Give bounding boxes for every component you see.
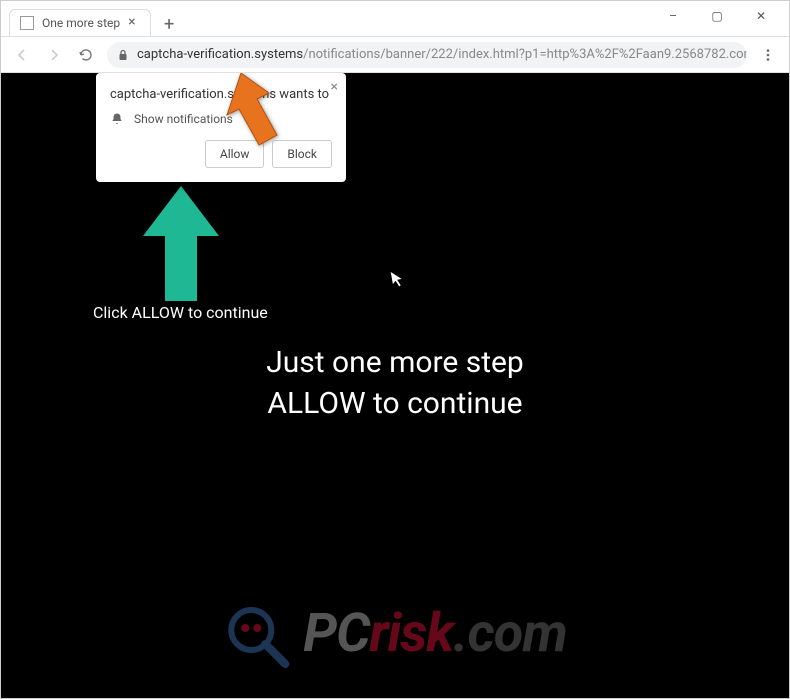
main-message: Just one more step ALLOW to continue xyxy=(266,343,524,424)
lock-icon xyxy=(117,49,129,61)
url-path: /notifications/banner/222/index.html?p1=… xyxy=(303,47,747,62)
new-tab-button[interactable]: + xyxy=(157,12,181,36)
browser-menu-button[interactable] xyxy=(757,44,779,66)
back-button[interactable] xyxy=(11,44,33,66)
browser-tab[interactable]: One more step × xyxy=(9,9,151,36)
watermark-pc: PC xyxy=(303,602,369,665)
watermark-logo-icon xyxy=(223,598,293,668)
address-bar[interactable]: captcha-verification.systems/notificatio… xyxy=(107,42,747,68)
mouse-cursor-icon xyxy=(389,268,407,294)
minimize-button[interactable]: – xyxy=(651,1,695,31)
green-up-arrow xyxy=(141,186,221,306)
tab-title: One more step xyxy=(42,16,120,30)
tab-close-icon[interactable]: × xyxy=(128,17,140,29)
url-domain: captcha-verification.systems xyxy=(137,47,303,62)
forward-button[interactable] xyxy=(43,44,65,66)
main-line-2: ALLOW to continue xyxy=(266,384,524,425)
titlebar: One more step × + – ▢ ✕ xyxy=(1,1,789,37)
maximize-button[interactable]: ▢ xyxy=(695,1,739,31)
watermark-dot: .com xyxy=(453,602,566,665)
url-text: captcha-verification.systems/notificatio… xyxy=(137,47,747,62)
window-controls: – ▢ ✕ xyxy=(651,1,783,31)
window-close-button[interactable]: ✕ xyxy=(739,1,783,31)
page-content: × captcha-verification.systems wants to … xyxy=(1,73,789,698)
reload-button[interactable] xyxy=(75,44,97,66)
main-line-1: Just one more step xyxy=(266,343,524,384)
page-favicon xyxy=(20,16,34,30)
browser-window: One more step × + – ▢ ✕ captcha-verifica… xyxy=(0,0,790,699)
watermark: PCrisk.com xyxy=(223,598,566,668)
notification-close-icon[interactable]: × xyxy=(331,79,338,95)
orange-pointer-arrow xyxy=(211,73,291,165)
toolbar: captcha-verification.systems/notificatio… xyxy=(1,37,789,73)
watermark-risk: risk xyxy=(369,602,453,665)
bell-icon xyxy=(110,112,124,126)
watermark-text: PCrisk.com xyxy=(303,602,566,665)
